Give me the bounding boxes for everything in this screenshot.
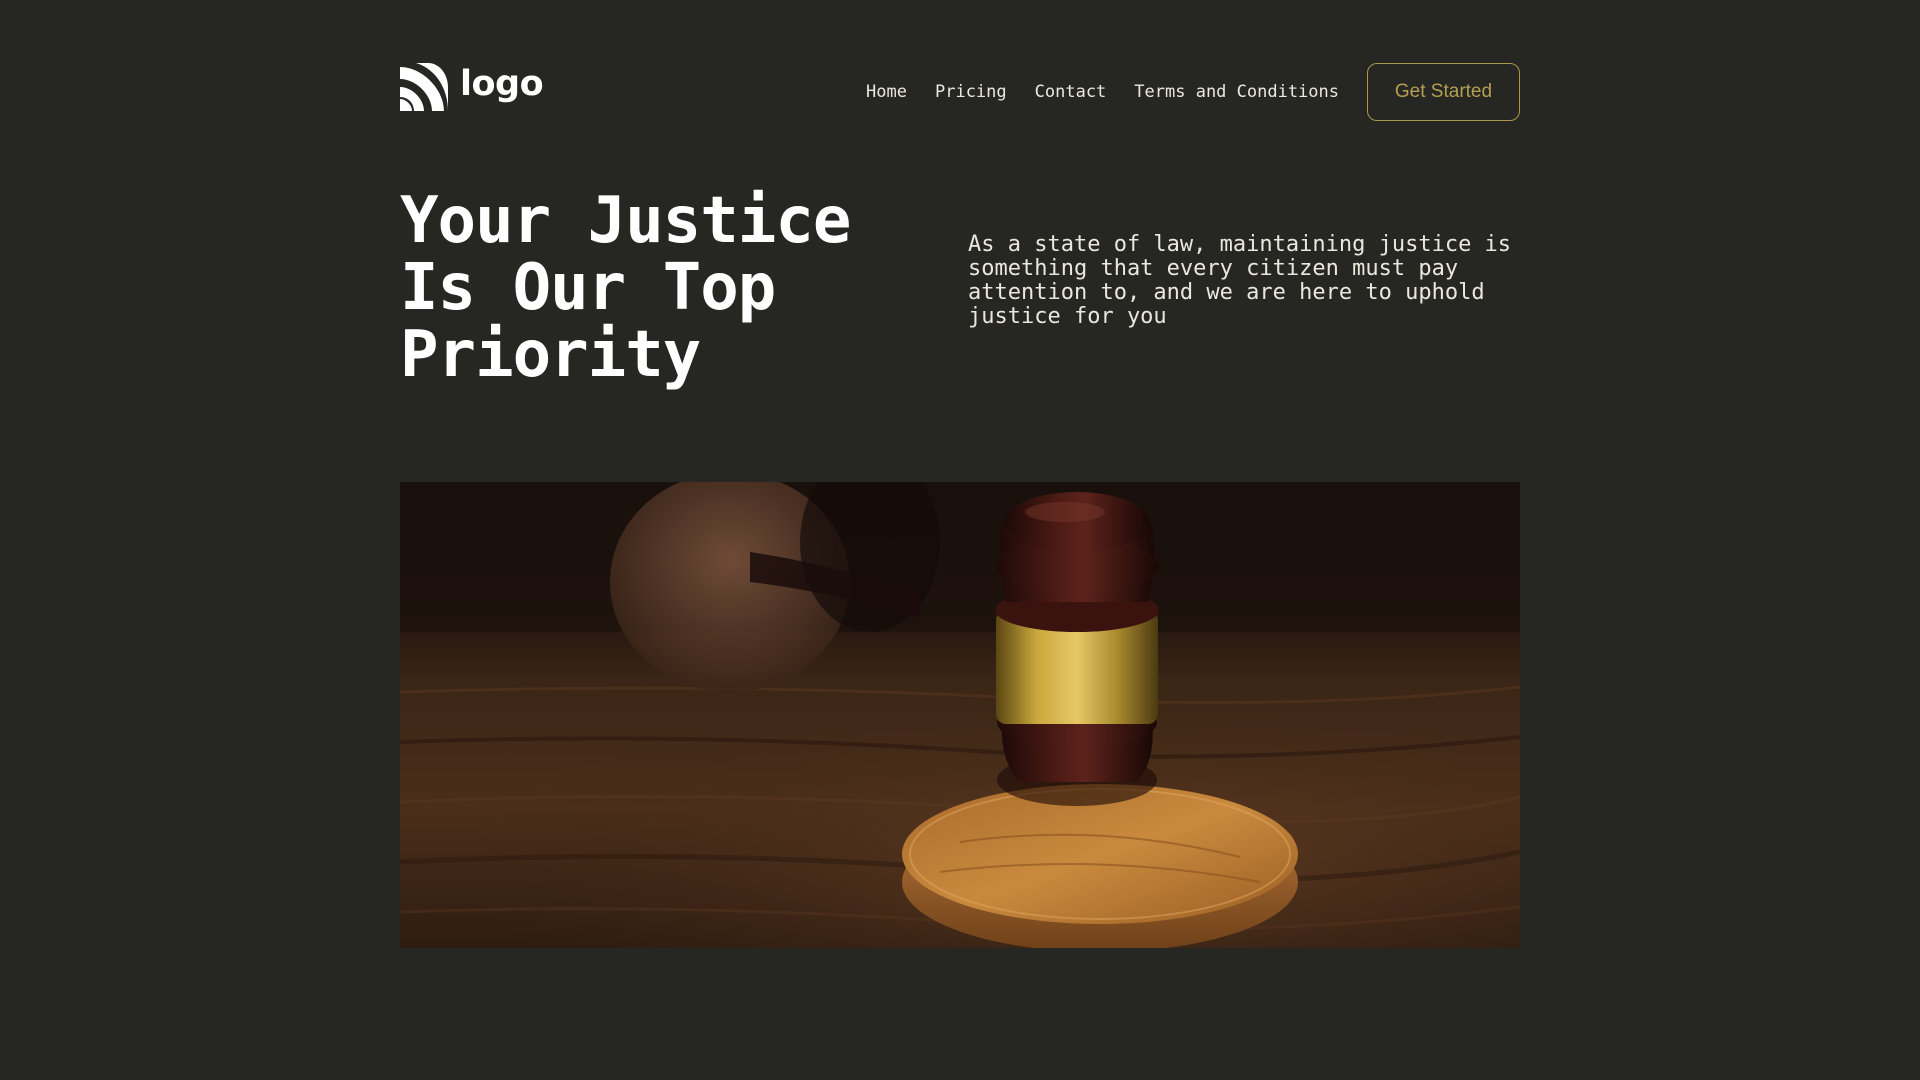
landing-page: logo Home Pricing Contact Terms and Cond… [0, 0, 1920, 1080]
hero-title-line: Is Our Top [400, 251, 776, 325]
site-header: logo Home Pricing Contact Terms and Cond… [400, 63, 1520, 121]
hero-description: As a state of law, maintaining justice i… [968, 232, 1512, 329]
main-nav: Home Pricing Contact Terms and Condition… [866, 63, 1520, 121]
nav-contact[interactable]: Contact [1035, 82, 1107, 102]
logo[interactable]: logo [400, 63, 544, 111]
get-started-button[interactable]: Get Started [1367, 63, 1520, 121]
nav-home[interactable]: Home [866, 82, 907, 102]
nav-terms[interactable]: Terms and Conditions [1134, 82, 1339, 102]
hero-title-line: Priority [400, 318, 701, 392]
hero-title: Your Justice Is Our Top Priority [400, 188, 920, 389]
gavel-illustration [400, 482, 1520, 948]
logo-text: logo [460, 64, 544, 104]
logo-icon [400, 63, 448, 111]
hero-title-line: Your Justice [400, 184, 851, 258]
nav-pricing[interactable]: Pricing [935, 82, 1007, 102]
gavel-photo [400, 482, 1520, 948]
